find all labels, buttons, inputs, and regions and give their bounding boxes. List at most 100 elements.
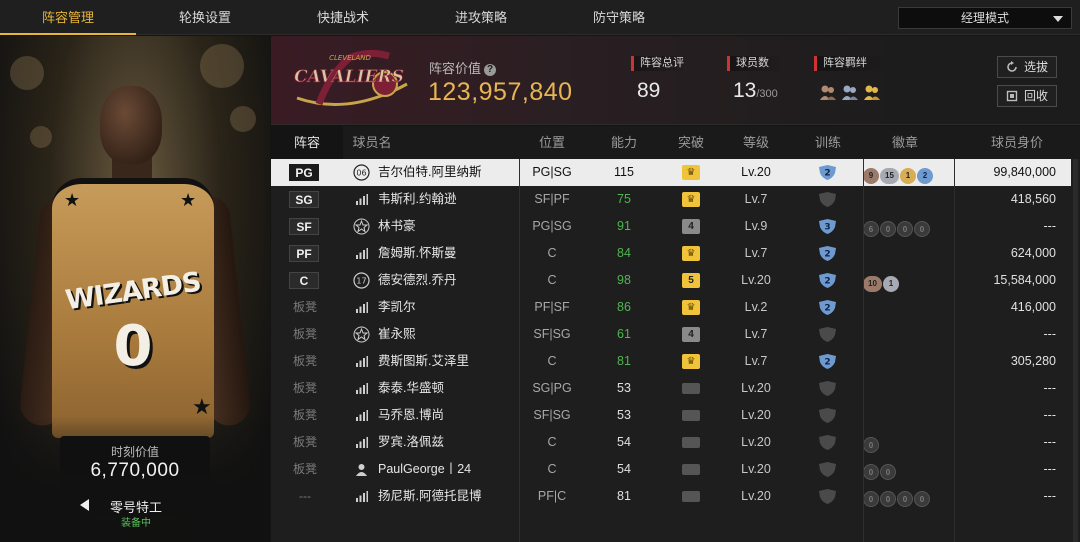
select-button[interactable]: 选拔 xyxy=(997,56,1057,78)
player-count-max: /300 xyxy=(756,88,778,100)
lineup-slot-badge: C xyxy=(289,272,319,289)
training-shield-icon[interactable]: 2 xyxy=(817,272,838,289)
table-row[interactable]: 板凳 李凯尔 PF|SF 86 ♛ Lv.2 2 416,000 xyxy=(271,294,1071,321)
training-shield-icon[interactable] xyxy=(817,407,838,424)
bond-icons[interactable] xyxy=(819,83,889,103)
player-value: 15,584,000 xyxy=(993,273,1056,287)
player-ability: 84 xyxy=(617,246,631,260)
player-ability: 115 xyxy=(614,165,634,179)
player-head xyxy=(100,86,162,164)
badge-silver-icon: 1 xyxy=(883,276,899,292)
breakthrough-empty-icon xyxy=(682,410,700,421)
badge-list[interactable]: 0 xyxy=(863,435,880,453)
player-value: 99,840,000 xyxy=(993,165,1056,179)
crown-icon: ♛ xyxy=(682,246,700,261)
table-row[interactable]: 板凳 费斯图斯.艾泽里 C 81 ♛ Lv.7 2 305,280 xyxy=(271,348,1071,375)
tab-lineup-management[interactable]: 阵容管理 xyxy=(0,0,136,35)
training-shield-icon[interactable] xyxy=(817,461,838,478)
player-name: 扬尼斯.阿德托昆博 xyxy=(378,489,482,503)
badge-dim-icon: 0 xyxy=(880,464,896,480)
tab-quick-tactics[interactable]: 快捷战术 xyxy=(274,0,412,35)
bond-silver-icon[interactable] xyxy=(841,83,859,101)
player-name: 崔永熙 xyxy=(378,327,416,341)
player-level: Lv.20 xyxy=(741,165,771,179)
signal-bars-icon xyxy=(356,410,368,421)
breakthrough-level-badge: 4 xyxy=(682,327,700,342)
badge-list[interactable]: 6000 xyxy=(863,219,931,237)
player-level: Lv.7 xyxy=(744,192,768,206)
table-row[interactable]: C 17 德安德烈.乔丹 C 98 5 Lv.20 2 10 1 15,584,000 xyxy=(271,267,1071,294)
tab-defense-strategy[interactable]: 防守策略 xyxy=(550,0,688,35)
table-row[interactable]: --- 扬尼斯.阿德托昆博 PF|C 81 Lv.20 0 0 0 0 --- xyxy=(271,483,1071,510)
table-header: 阵容 球员名 位置 能力 突破 等级 训练 徽章 球员身价 xyxy=(271,126,1080,159)
roster-table: 阵容 球员名 位置 能力 突破 等级 训练 徽章 球员身价 PG 06 吉尔伯特.阿… xyxy=(271,126,1080,542)
header-badges: 徽章 xyxy=(891,135,918,150)
column-separator xyxy=(519,159,520,542)
player-ability: 98 xyxy=(617,273,631,287)
table-row[interactable]: PG 06 吉尔伯特.阿里纳斯 PG|SG 115 ♛ Lv.20 2 9 15 1 2 99,840,… xyxy=(271,159,1071,186)
player-ability: 86 xyxy=(617,300,631,314)
total-rating-value: 89 xyxy=(637,79,661,102)
table-row[interactable]: SF 林书豪 PG|SG 91 4 Lv.9 3 6 0 0 0 --- xyxy=(271,213,1071,240)
signal-bars-icon xyxy=(356,491,368,502)
tab-rotation-settings[interactable]: 轮换设置 xyxy=(136,0,274,35)
training-shield-icon[interactable]: 3 xyxy=(817,218,838,235)
training-shield-icon[interactable] xyxy=(817,380,838,397)
training-shield-icon[interactable]: 2 xyxy=(817,299,838,316)
bond-bronze-icon[interactable] xyxy=(819,83,837,101)
training-shield-icon[interactable] xyxy=(817,488,838,505)
moment-value-label: 时刻价值 xyxy=(110,445,159,459)
training-shield-icon[interactable] xyxy=(817,326,838,343)
player-name: 詹姆斯.怀斯曼 xyxy=(378,246,457,260)
cavaliers-logo: CLEVELAND CAVALIERS xyxy=(294,49,408,106)
table-row[interactable]: PF 詹姆斯.怀斯曼 C 84 ♛ Lv.7 2 624,000 xyxy=(271,240,1071,267)
badge-list[interactable]: 00 xyxy=(863,462,897,480)
mode-select[interactable]: 经理模式 xyxy=(898,7,1072,29)
tab-offense-strategy[interactable]: 进攻策略 xyxy=(412,0,550,35)
player-position: C xyxy=(547,354,557,368)
column-separator xyxy=(954,159,955,542)
player-name: 李凯尔 xyxy=(378,300,416,314)
table-row[interactable]: 板凳 PaulGeorge丨24 C 54 Lv.20 0 0 --- xyxy=(271,456,1071,483)
lineup-slot-label: --- xyxy=(299,489,311,503)
recycle-icon xyxy=(1006,90,1018,102)
help-icon[interactable]: ? xyxy=(484,64,497,76)
header-player-value: 球员身价 xyxy=(990,135,1043,150)
training-shield-icon[interactable] xyxy=(817,191,838,208)
table-row[interactable]: 板凳 马乔恩.博尚 SF|SG 53 Lv.20 --- xyxy=(271,402,1071,429)
badge-list[interactable]: 0000 xyxy=(863,489,931,507)
bond-gold-icon[interactable] xyxy=(863,83,881,101)
training-level: 2 xyxy=(824,304,830,314)
lineup-slot-label: 板凳 xyxy=(292,462,317,476)
header-breakthrough: 突破 xyxy=(677,135,704,150)
training-shield-icon[interactable]: 2 xyxy=(817,353,838,370)
player-count-label: 球员数 xyxy=(727,56,783,71)
player-level: Lv.20 xyxy=(741,489,771,503)
player-position: PG|SG xyxy=(532,165,572,179)
badge-list[interactable]: 9 15 1 2 xyxy=(863,165,934,184)
previous-card-arrow-icon[interactable] xyxy=(80,499,89,511)
training-shield-icon[interactable] xyxy=(817,434,838,451)
training-shield-icon[interactable]: 2 xyxy=(817,245,838,262)
rank-number: 17 xyxy=(356,277,366,286)
badge-dim-icon: 0 xyxy=(863,437,879,453)
table-row[interactable]: 板凳 罗宾.洛佩兹 C 54 Lv.20 0 --- xyxy=(271,429,1071,456)
top-tab-bar: 阵容管理 轮换设置 快捷战术 进攻策略 防守策略 经理模式 xyxy=(0,0,1080,35)
player-position: SF|SG xyxy=(533,327,571,341)
player-position: C xyxy=(547,246,557,260)
badge-list[interactable]: 10 1 xyxy=(863,273,900,292)
header-lineup: 阵容 xyxy=(271,126,343,159)
player-name: 马乔恩.博尚 xyxy=(378,408,444,422)
badge-blue-icon: 2 xyxy=(917,168,933,184)
recycle-button[interactable]: 回收 xyxy=(997,85,1057,107)
badge-dim-icon: 0 xyxy=(880,491,896,507)
total-rating-label: 阵容总评 xyxy=(631,56,687,71)
table-row[interactable]: SG 韦斯利.约翰逊 SF|PF 75 ♛ Lv.7 418,560 xyxy=(271,186,1071,213)
table-row[interactable]: 板凳 泰泰.华盛顿 SG|PG 53 Lv.20 --- xyxy=(271,375,1071,402)
table-row[interactable]: 板凳 崔永熙 SF|SG 61 4 Lv.7 --- xyxy=(271,321,1071,348)
training-shield-icon[interactable]: 2 xyxy=(817,164,838,181)
lineup-slot-badge: SG xyxy=(289,191,319,208)
player-ability: 53 xyxy=(617,381,631,395)
player-value: --- xyxy=(1043,327,1057,341)
table-scrollbar[interactable] xyxy=(1073,159,1078,542)
